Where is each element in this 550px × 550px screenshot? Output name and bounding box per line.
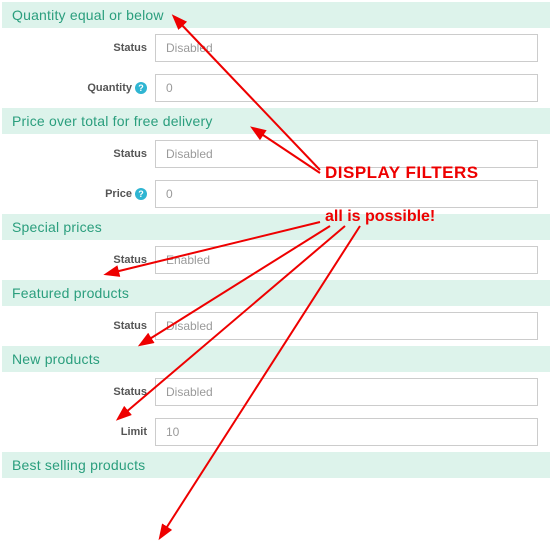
section-price-over: Price over total for free delivery Statu… xyxy=(2,108,550,214)
row-quantity: Quantity? xyxy=(2,68,550,108)
status-select[interactable] xyxy=(155,34,538,62)
help-icon[interactable]: ? xyxy=(135,188,147,200)
section-header-best: Best selling products xyxy=(2,452,550,478)
status-select[interactable] xyxy=(155,140,538,168)
limit-input[interactable] xyxy=(155,418,538,446)
section-new: New products Status Limit xyxy=(2,346,550,452)
row-status: Status xyxy=(2,306,550,346)
status-select[interactable] xyxy=(155,312,538,340)
section-best: Best selling products xyxy=(2,452,550,478)
label-limit: Limit xyxy=(2,426,155,438)
label-quantity: Quantity? xyxy=(2,82,155,94)
row-status: Status xyxy=(2,372,550,412)
label-status: Status xyxy=(2,148,155,160)
label-status: Status xyxy=(2,386,155,398)
field-limit xyxy=(155,418,550,446)
field-status xyxy=(155,312,550,340)
field-price xyxy=(155,180,550,208)
field-status xyxy=(155,378,550,406)
section-header-special: Special prices xyxy=(2,214,550,240)
field-status xyxy=(155,246,550,274)
section-quantity-below: Quantity equal or below Status Quantity? xyxy=(2,2,550,108)
field-quantity xyxy=(155,74,550,102)
price-input[interactable] xyxy=(155,180,538,208)
status-select[interactable] xyxy=(155,246,538,274)
section-header-price-over: Price over total for free delivery xyxy=(2,108,550,134)
section-header-new: New products xyxy=(2,346,550,372)
row-status: Status xyxy=(2,28,550,68)
section-special: Special prices Status xyxy=(2,214,550,280)
row-price: Price? xyxy=(2,174,550,214)
status-select[interactable] xyxy=(155,378,538,406)
label-price: Price? xyxy=(2,188,155,200)
row-status: Status xyxy=(2,134,550,174)
help-icon[interactable]: ? xyxy=(135,82,147,94)
label-status: Status xyxy=(2,42,155,54)
section-featured: Featured products Status xyxy=(2,280,550,346)
section-header-featured: Featured products xyxy=(2,280,550,306)
label-status: Status xyxy=(2,254,155,266)
row-status: Status xyxy=(2,240,550,280)
field-status xyxy=(155,140,550,168)
field-status xyxy=(155,34,550,62)
label-status: Status xyxy=(2,320,155,332)
row-limit: Limit xyxy=(2,412,550,452)
section-header-quantity-below: Quantity equal or below xyxy=(2,2,550,28)
quantity-input[interactable] xyxy=(155,74,538,102)
